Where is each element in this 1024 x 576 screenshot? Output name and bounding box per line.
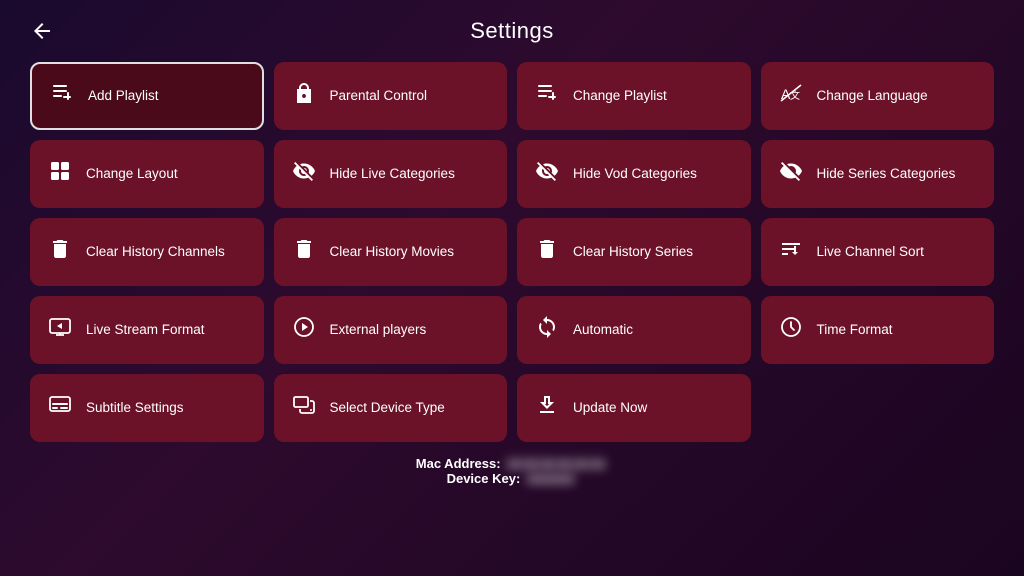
parental-control-label: Parental Control [330,87,428,105]
settings-item-change-layout[interactable]: Change Layout [30,140,264,208]
live-stream-format-icon [46,315,74,346]
automatic-icon [533,315,561,346]
settings-item-change-playlist[interactable]: Change Playlist [517,62,751,130]
select-device-type-icon [290,393,318,424]
external-players-label: External players [330,321,427,339]
change-language-icon: A文 [777,81,805,112]
change-language-label: Change Language [817,87,928,105]
hide-series-categories-icon [777,159,805,190]
clear-history-series-icon [533,237,561,268]
settings-item-subtitle-settings[interactable]: Subtitle Settings [30,374,264,442]
hide-live-categories-icon [290,159,318,190]
change-playlist-icon [533,81,561,112]
device-key-label: Device Key: [447,471,521,486]
subtitle-settings-icon [46,393,74,424]
clear-history-channels-icon [46,237,74,268]
back-icon [30,19,54,43]
update-now-icon [533,393,561,424]
settings-item-time-format[interactable]: Time Format [761,296,995,364]
parental-control-icon [290,81,318,112]
hide-vod-categories-icon [533,159,561,190]
mac-address-label: Mac Address: [416,456,501,471]
hide-live-categories-label: Hide Live Categories [330,165,455,183]
hide-vod-categories-label: Hide Vod Categories [573,165,697,183]
clear-history-movies-label: Clear History Movies [330,243,455,261]
settings-item-parental-control[interactable]: Parental Control [274,62,508,130]
settings-item-external-players[interactable]: External players [274,296,508,364]
change-playlist-label: Change Playlist [573,87,667,105]
settings-item-hide-series-categories[interactable]: Hide Series Categories [761,140,995,208]
subtitle-settings-label: Subtitle Settings [86,399,184,417]
settings-item-live-channel-sort[interactable]: Live Channel Sort [761,218,995,286]
page-title: Settings [470,18,554,44]
settings-item-select-device-type[interactable]: Select Device Type [274,374,508,442]
settings-item-hide-live-categories[interactable]: Hide Live Categories [274,140,508,208]
header: Settings [0,0,1024,62]
live-stream-format-label: Live Stream Format [86,321,205,339]
add-playlist-label: Add Playlist [88,87,159,105]
clear-history-series-label: Clear History Series [573,243,693,261]
svg-text:文: 文 [790,89,800,102]
device-key-value: xxxxxxx [524,471,578,486]
settings-item-update-now[interactable]: Update Now [517,374,751,442]
settings-grid: Add Playlist Parental Control Change Playl… [0,62,1024,442]
external-players-icon [290,315,318,346]
live-channel-sort-icon [777,237,805,268]
settings-item-clear-history-movies[interactable]: Clear History Movies [274,218,508,286]
select-device-type-label: Select Device Type [330,399,445,417]
clear-history-channels-label: Clear History Channels [86,243,225,261]
time-format-label: Time Format [817,321,893,339]
automatic-label: Automatic [573,321,633,339]
update-now-label: Update Now [573,399,647,417]
clear-history-movies-icon [290,237,318,268]
live-channel-sort-label: Live Channel Sort [817,243,924,261]
settings-item-add-playlist[interactable]: Add Playlist [30,62,264,130]
change-layout-icon [46,159,74,190]
settings-item-automatic[interactable]: Automatic [517,296,751,364]
back-button[interactable] [30,19,54,43]
change-layout-label: Change Layout [86,165,178,183]
settings-item-clear-history-channels[interactable]: Clear History Channels [30,218,264,286]
settings-item-change-language[interactable]: A文 Change Language [761,62,995,130]
settings-item-clear-history-series[interactable]: Clear History Series [517,218,751,286]
hide-series-categories-label: Hide Series Categories [817,165,956,183]
footer: Mac Address: xx:xx:xx:xx:xx:xx Device Ke… [0,456,1024,486]
settings-item-hide-vod-categories[interactable]: Hide Vod Categories [517,140,751,208]
time-format-icon [777,315,805,346]
add-playlist-icon [48,81,76,112]
settings-item-live-stream-format[interactable]: Live Stream Format [30,296,264,364]
mac-address-value: xx:xx:xx:xx:xx:xx [504,456,608,471]
